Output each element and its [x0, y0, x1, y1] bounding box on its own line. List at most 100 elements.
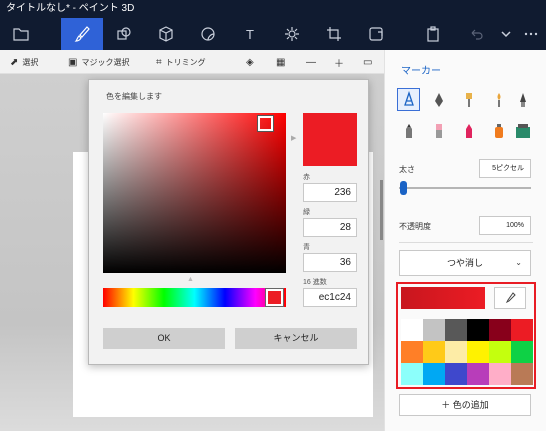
chevron-down-icon[interactable]: [497, 18, 515, 50]
minus-icon: —: [306, 56, 316, 68]
opacity-input[interactable]: 100%: [479, 216, 531, 235]
thickness-label: 太さ: [399, 165, 415, 174]
opacity-label: 不透明度: [399, 222, 431, 231]
fill-tool-icon[interactable]: [512, 120, 533, 141]
color-picker-handle[interactable]: [258, 116, 273, 131]
color-swatch[interactable]: [511, 319, 533, 341]
hue-slider-thumb[interactable]: [266, 289, 283, 306]
main-toolbar: T: [0, 18, 546, 50]
color-edit-dialog: 色を編集します ▲ ▶ 赤 236 緑 28 青 36 16 進数 ec1c24…: [88, 79, 369, 365]
menu-folder-icon[interactable]: [0, 18, 42, 50]
oil-brush-tool-icon[interactable]: [458, 89, 479, 110]
eyedropper-icon: [505, 292, 516, 304]
color-swatch[interactable]: [423, 341, 445, 363]
effects-icon[interactable]: [271, 18, 313, 50]
green-label: 緑: [303, 209, 310, 216]
finish-dropdown[interactable]: つや消し ⌄: [399, 250, 531, 276]
3d-shapes-icon[interactable]: [145, 18, 187, 50]
marker-tool-icon[interactable]: [397, 88, 420, 111]
selection-toolbar: ⬈ 選択 ▣ マジック選択 ⌗ トリミング ◈ ▦ — ＋ ▭: [0, 50, 384, 74]
color-swatch[interactable]: [445, 363, 467, 385]
blue-label: 青: [303, 244, 310, 251]
plus-icon: ＋: [441, 400, 453, 410]
stickers-icon[interactable]: [187, 18, 229, 50]
color-swatch[interactable]: [445, 341, 467, 363]
select-button[interactable]: ⬈ 選択: [10, 50, 38, 74]
divider: [399, 242, 533, 243]
dialog-title: 色を編集します: [106, 92, 162, 101]
watercolor-tool-icon[interactable]: [488, 89, 509, 110]
grid-button[interactable]: ▦: [276, 50, 285, 74]
magic-select-button[interactable]: ▣ マジック選択: [68, 50, 129, 74]
crop-label: トリミング: [165, 57, 206, 67]
calligraphy-pen-tool-icon[interactable]: [428, 89, 449, 110]
red-label: 赤: [303, 174, 310, 181]
eyedropper-button[interactable]: [494, 287, 526, 309]
brush-panel: マーカー 太さ 5ピクセル 不透明度 100% つや消し ⌄ ＋ 色の追加: [384, 50, 546, 431]
remix3d-icon[interactable]: [355, 18, 397, 50]
thickness-input[interactable]: 5ピクセル: [479, 159, 531, 178]
blue-input[interactable]: 36: [303, 253, 357, 272]
text-icon[interactable]: T: [229, 18, 271, 50]
image-button[interactable]: ▭: [363, 50, 372, 74]
ok-button[interactable]: OK: [103, 328, 225, 349]
color-preview: [303, 113, 357, 166]
magic-select-icon: ▣: [68, 56, 78, 68]
color-swatch[interactable]: [467, 341, 489, 363]
color-swatch[interactable]: [489, 319, 511, 341]
pixel-pen-tool-icon[interactable]: [512, 89, 533, 110]
eraser-tool-icon[interactable]: [428, 120, 449, 141]
current-color-swatch[interactable]: [401, 287, 485, 309]
spray-can-tool-icon[interactable]: [488, 120, 509, 141]
hex-input[interactable]: ec1c24: [303, 288, 357, 307]
window-title: タイトルなし* - ペイント 3D: [0, 0, 546, 18]
more-icon[interactable]: [515, 18, 546, 50]
color-swatch[interactable]: [401, 319, 423, 341]
thickness-slider-thumb[interactable]: [400, 181, 407, 195]
hue-slider[interactable]: [103, 288, 286, 307]
color-swatch[interactable]: [489, 363, 511, 385]
select-label: 選択: [22, 57, 39, 67]
green-input[interactable]: 28: [303, 218, 357, 237]
cancel-button[interactable]: キャンセル: [235, 328, 357, 349]
grid-icon: ▦: [276, 56, 286, 68]
color-swatch[interactable]: [401, 341, 423, 363]
vertical-scrollbar[interactable]: [380, 180, 383, 240]
crop-icon: ⌗: [156, 56, 162, 68]
zoom-in-button[interactable]: ＋: [334, 50, 344, 74]
color-palette: [401, 319, 533, 385]
triangle-up-icon: ▲: [187, 276, 194, 283]
paste-icon[interactable]: [412, 18, 454, 50]
crayon-tool-icon[interactable]: [458, 120, 479, 141]
pencil-tool-icon[interactable]: [398, 120, 419, 141]
color-swatch[interactable]: [423, 363, 445, 385]
thickness-slider[interactable]: [399, 187, 531, 189]
2d-shapes-icon[interactable]: [103, 18, 145, 50]
color-swatch[interactable]: [467, 319, 489, 341]
color-swatch[interactable]: [489, 341, 511, 363]
zoom-out-button[interactable]: —: [306, 50, 316, 74]
color-swatch[interactable]: [423, 319, 445, 341]
finish-label: つや消し: [446, 258, 483, 268]
brushes-icon[interactable]: [61, 18, 103, 50]
red-input[interactable]: 236: [303, 183, 357, 202]
hex-label: 16 進数: [303, 279, 327, 286]
color-swatch[interactable]: [445, 319, 467, 341]
add-color-label: 色の追加: [452, 400, 489, 410]
plus-icon: ＋: [334, 58, 344, 70]
undo-icon[interactable]: [455, 18, 497, 50]
3d-view-button[interactable]: ◈: [246, 50, 254, 74]
color-swatch[interactable]: [511, 363, 533, 385]
add-color-button[interactable]: ＋ 色の追加: [399, 394, 531, 416]
color-swatch[interactable]: [467, 363, 489, 385]
chevron-down-icon: ⌄: [515, 258, 522, 267]
3d-view-icon: ◈: [246, 56, 254, 68]
crop-button[interactable]: ⌗ トリミング: [156, 50, 206, 74]
saturation-value-picker[interactable]: [103, 113, 286, 273]
cursor-icon: ⬈: [10, 56, 19, 68]
color-swatch[interactable]: [401, 363, 423, 385]
panel-title: マーカー: [401, 66, 441, 77]
canvas-icon[interactable]: [313, 18, 355, 50]
text-glyph: T: [246, 26, 254, 42]
color-swatch[interactable]: [511, 341, 533, 363]
